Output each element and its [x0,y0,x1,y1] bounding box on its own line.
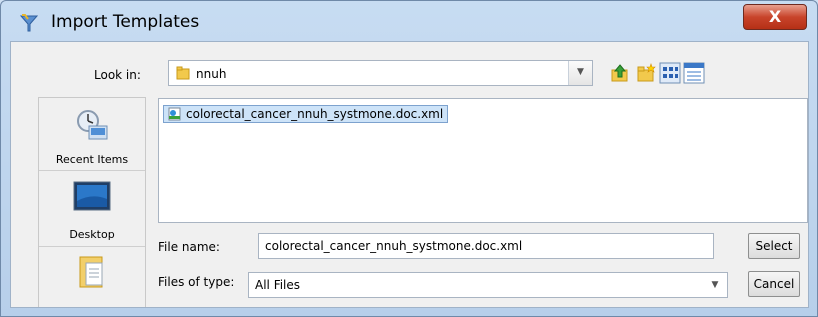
file-name-input[interactable]: colorectal_cancer_nnuh_systmone.doc.xml [258,233,714,259]
file-name-label: File name: [158,240,220,254]
files-of-type-value: All Files [255,278,301,292]
xml-file-icon [168,107,181,121]
place-label: Desktop [69,228,115,241]
select-button[interactable]: Select [748,233,800,259]
folder-icon [176,66,190,80]
file-name: colorectal_cancer_nnuh_systmone.doc.xml [186,107,444,121]
place-documents[interactable] [39,247,145,307]
window-title: Import Templates [51,12,200,32]
title-bar[interactable]: Import Templates X [1,1,817,41]
file-list[interactable]: colorectal_cancer_nnuh_systmone.doc.xml [158,98,808,223]
look-in-combo[interactable]: nnuh ▼ [168,60,593,86]
dialog-body: Look in: nnuh ▼ Recent Items Desktop col… [10,41,809,308]
place-recent-items[interactable]: Recent Items [39,98,145,171]
place-desktop[interactable]: Desktop [39,171,145,247]
details-view-icon[interactable] [683,62,705,84]
documents-icon [79,256,103,288]
file-list-item[interactable]: colorectal_cancer_nnuh_systmone.doc.xml [163,105,449,123]
import-templates-dialog: Import Templates X Look in: nnuh ▼ Recen… [0,0,818,317]
files-of-type-label: Files of type: [158,275,235,289]
recent-items-icon [77,110,108,140]
desktop-icon [73,181,111,211]
cancel-button[interactable]: Cancel [748,271,800,297]
chevron-down-icon[interactable]: ▼ [568,61,592,85]
new-folder-icon[interactable] [635,62,657,84]
look-in-label: Look in: [94,68,141,82]
up-folder-icon[interactable] [609,62,631,84]
places-bar: Recent Items Desktop [38,97,146,307]
close-button[interactable]: X [743,4,807,30]
app-icon [19,14,39,32]
list-view-icon[interactable] [659,62,681,84]
chevron-down-icon[interactable]: ▼ [703,273,727,297]
files-of-type-select[interactable]: All Files ▼ [248,272,728,298]
look-in-value: nnuh [196,67,227,81]
place-label: Recent Items [55,153,129,166]
